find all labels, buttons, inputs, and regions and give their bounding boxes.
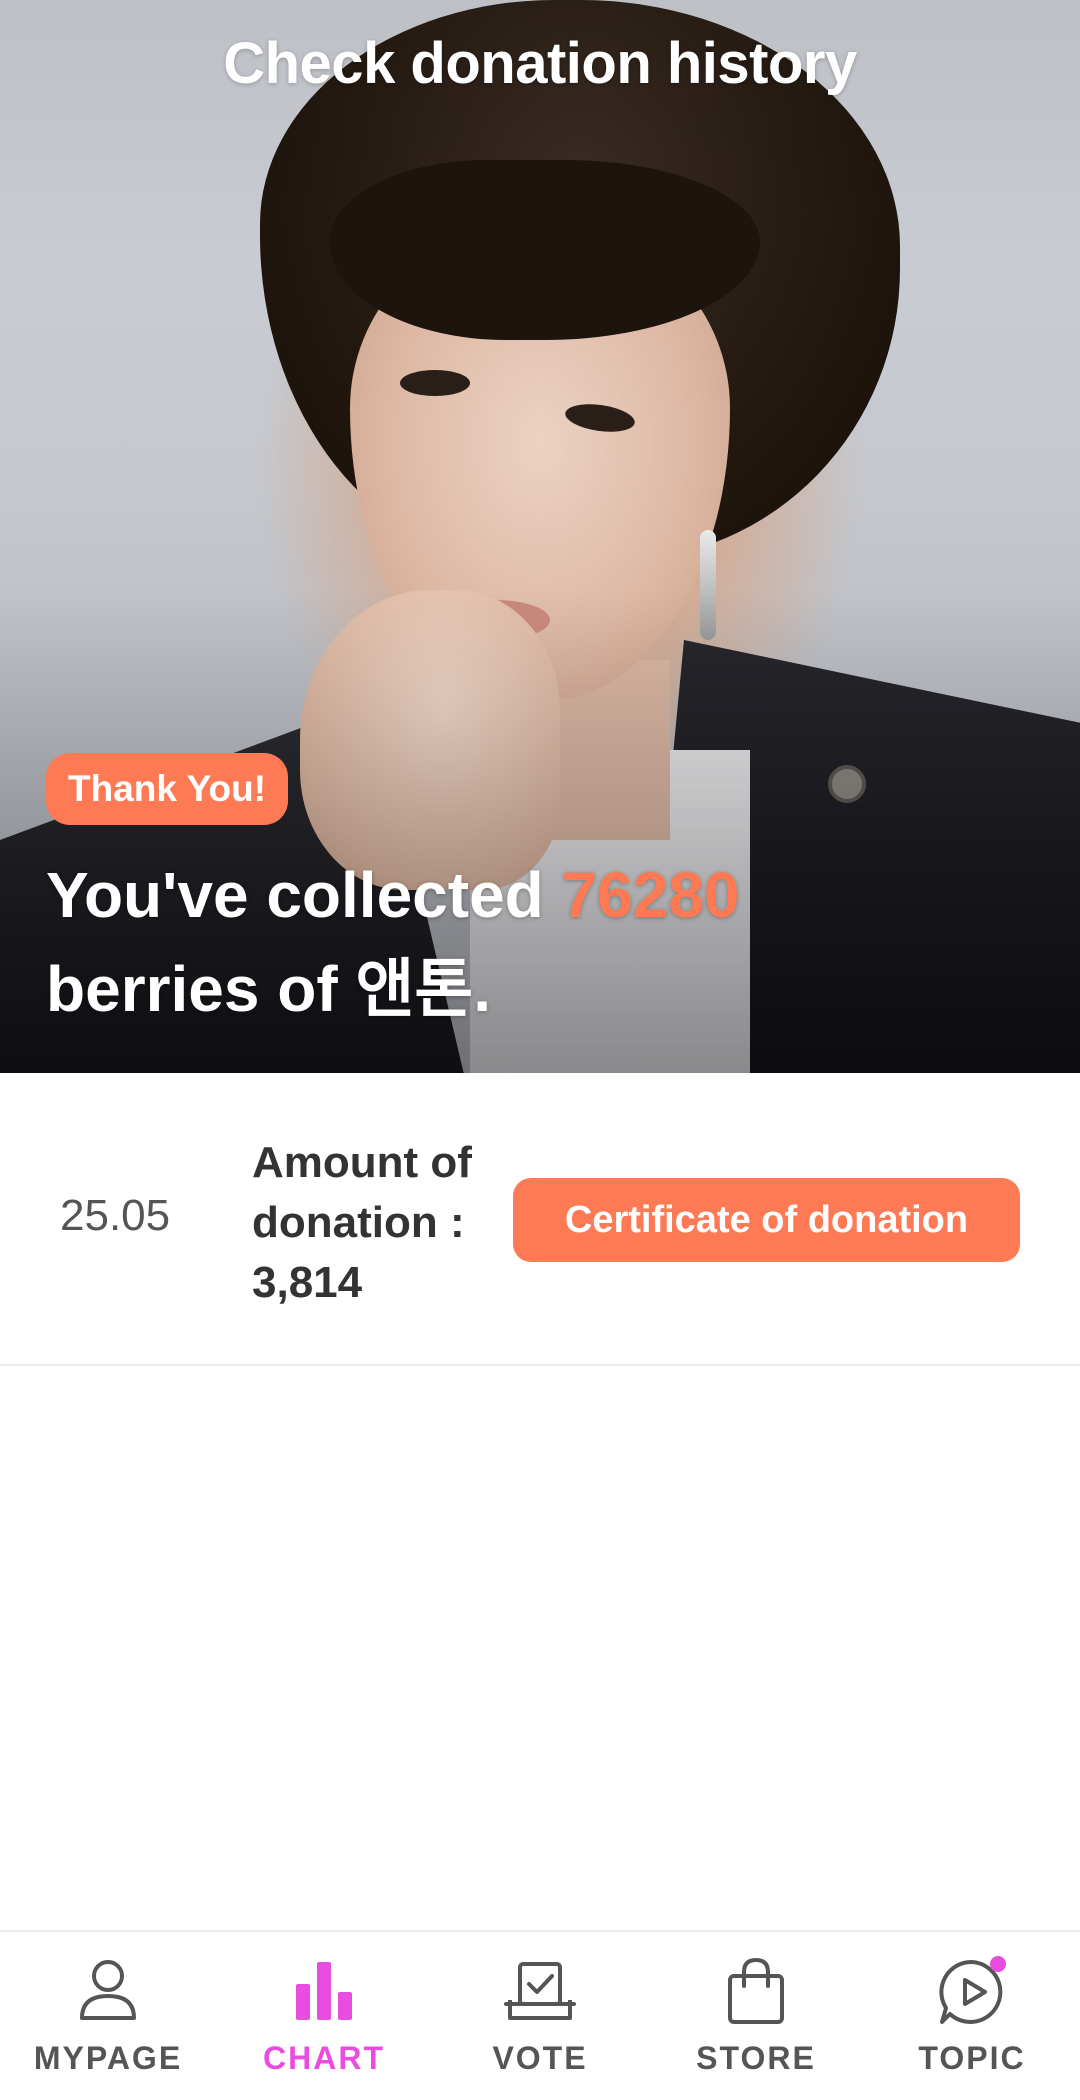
thank-you-badge: Thank You!: [46, 753, 289, 825]
hero-banner: Check donation history Thank You! You've…: [0, 0, 1080, 1073]
bar-chart-icon: [296, 1962, 352, 2020]
donation-date: 25.05: [60, 1191, 171, 1240]
certificate-button[interactable]: Certificate of donation: [513, 1178, 1020, 1262]
collected-prefix: You've collected: [46, 859, 562, 931]
nav-label-vote: VOTE: [492, 2040, 588, 2076]
nav-vote[interactable]: VOTE: [432, 1932, 648, 2100]
collected-amount: 76280: [561, 859, 740, 931]
nav-label-mypage: MYPAGE: [33, 2040, 183, 2076]
person-icon: [80, 1960, 136, 2020]
nav-store[interactable]: STORE: [648, 1932, 864, 2100]
ballot-box-icon: [504, 1962, 576, 2020]
nav-label-topic: TOPIC: [918, 2040, 1026, 2076]
page-title: Check donation history: [223, 31, 857, 96]
nav-label-store: STORE: [696, 2040, 816, 2076]
shopping-bag-icon: [728, 1957, 784, 2024]
play-bubble-icon: [939, 1956, 1006, 2024]
collected-summary: You've collected 76280 berries of 앤톤.: [46, 848, 1026, 1036]
collected-suffix: berries of 앤톤.: [46, 953, 491, 1025]
notification-dot: [990, 1956, 1006, 1972]
donation-amount: Amount of donation : 3,814: [252, 1138, 472, 1307]
donation-row: 25.05 Amount of donation : 3,814 Certifi…: [0, 1073, 1080, 1366]
nav-chart[interactable]: CHART: [216, 1932, 432, 2100]
nav-mypage[interactable]: MYPAGE: [0, 1932, 216, 2100]
bottom-nav: MYPAGE CHART VOTE STORE TOPIC: [0, 1930, 1080, 2100]
nav-topic[interactable]: TOPIC: [864, 1932, 1080, 2100]
nav-label-chart: CHART: [263, 2040, 385, 2076]
